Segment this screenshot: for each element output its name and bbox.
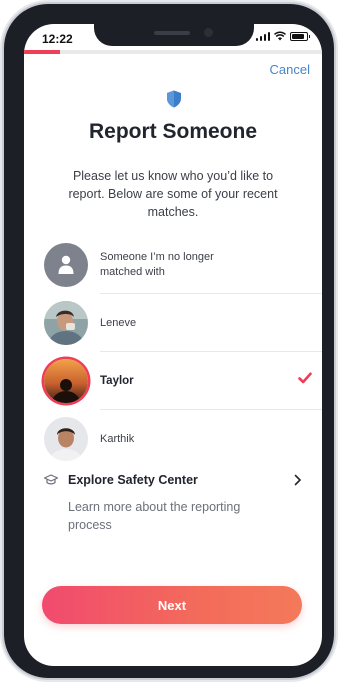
screen: 12:22 Cancel Report Someone Please let u… <box>24 24 322 666</box>
match-name: Taylor <box>100 374 134 387</box>
match-row-unmatched[interactable]: Someone I’m no longer matched with <box>44 236 322 294</box>
shield-icon <box>167 90 181 108</box>
safety-center-description: Learn more about the reporting process <box>68 500 241 532</box>
match-name: Someone I’m no longer matched with <box>100 251 214 278</box>
match-row-karthik[interactable]: Karthik <box>44 410 322 468</box>
phone-frame: 12:22 Cancel Report Someone Please let u… <box>4 4 334 678</box>
wifi-icon <box>274 31 286 41</box>
signal-icon <box>255 31 270 41</box>
page-title: Report Someone <box>88 120 258 143</box>
camera <box>204 28 213 37</box>
chevron-right-icon <box>294 474 302 486</box>
speaker <box>154 31 190 35</box>
progress-bar <box>24 50 322 54</box>
avatar <box>44 301 88 345</box>
page-subtitle: Please let us know who you’d like to rep… <box>68 169 278 219</box>
match-name: Karthik <box>100 432 135 445</box>
progress-fill <box>24 50 60 54</box>
battery-fill <box>292 34 304 39</box>
status-icons <box>255 31 310 41</box>
avatar <box>44 417 88 461</box>
notch <box>94 24 254 46</box>
match-name: Leneve <box>100 316 137 329</box>
graduation-cap-icon <box>44 474 58 485</box>
battery-icon <box>290 32 310 41</box>
generic-person-icon <box>44 243 88 287</box>
safety-center-link[interactable]: Explore Safety Center Learn more about t… <box>44 470 302 534</box>
match-row-taylor[interactable]: Taylor <box>44 352 322 410</box>
checkmark-icon <box>298 372 312 384</box>
cancel-button[interactable]: Cancel <box>270 62 310 77</box>
status-time: 12:22 <box>42 32 73 46</box>
match-list: Someone I’m no longer matched with Lenev… <box>44 236 322 468</box>
next-button[interactable]: Next <box>42 586 302 624</box>
safety-center-title: Explore Safety Center <box>68 473 198 487</box>
avatar <box>44 359 88 403</box>
match-row-leneve[interactable]: Leneve <box>44 294 322 352</box>
